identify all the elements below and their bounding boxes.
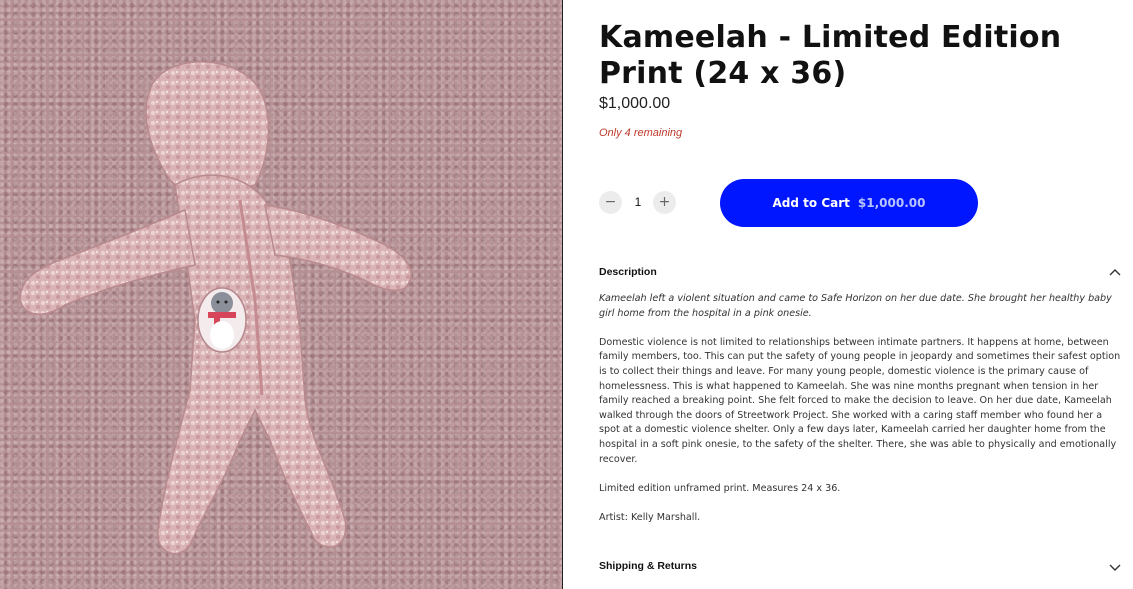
onesie-illustration <box>19 61 412 555</box>
shipping-title: Shipping & Returns <box>599 560 697 572</box>
description-artist: Artist: Kelly Marshall. <box>599 511 701 523</box>
plus-icon[interactable]: + <box>653 191 676 214</box>
add-to-cart-label: Add to Cart <box>772 196 850 210</box>
add-to-cart-button[interactable]: Add to Cart $1,000.00 <box>720 179 978 227</box>
description-title: Description <box>599 266 657 278</box>
chevron-up-icon <box>1109 269 1121 276</box>
description-intro: Kameelah left a violent situation and ca… <box>599 293 1112 319</box>
quantity-stepper: − 1 + <box>599 191 679 215</box>
stock-note: Only 4 remaining <box>599 127 683 139</box>
description-body: Kameelah left a violent situation and ca… <box>599 292 1123 540</box>
product-title: Kameelah - Limited Edition Print (24 x 3… <box>599 20 1062 91</box>
description-text: Domestic violence is not limited to rela… <box>599 336 1121 465</box>
product-image <box>0 0 563 589</box>
chevron-down-icon <box>1109 564 1121 571</box>
minus-icon[interactable]: − <box>599 191 622 214</box>
product-details: Kameelah - Limited Edition Print (24 x 3… <box>599 0 1123 589</box>
add-to-cart-price: $1,000.00 <box>857 196 926 210</box>
quantity-value[interactable]: 1 <box>625 191 651 214</box>
product-price: $1,000.00 <box>599 95 671 112</box>
shipping-accordion-header[interactable]: Shipping & Returns <box>599 558 1123 578</box>
description-accordion-header[interactable]: Description <box>599 264 1123 284</box>
description-edition: Limited edition unframed print. Measures… <box>599 482 841 494</box>
